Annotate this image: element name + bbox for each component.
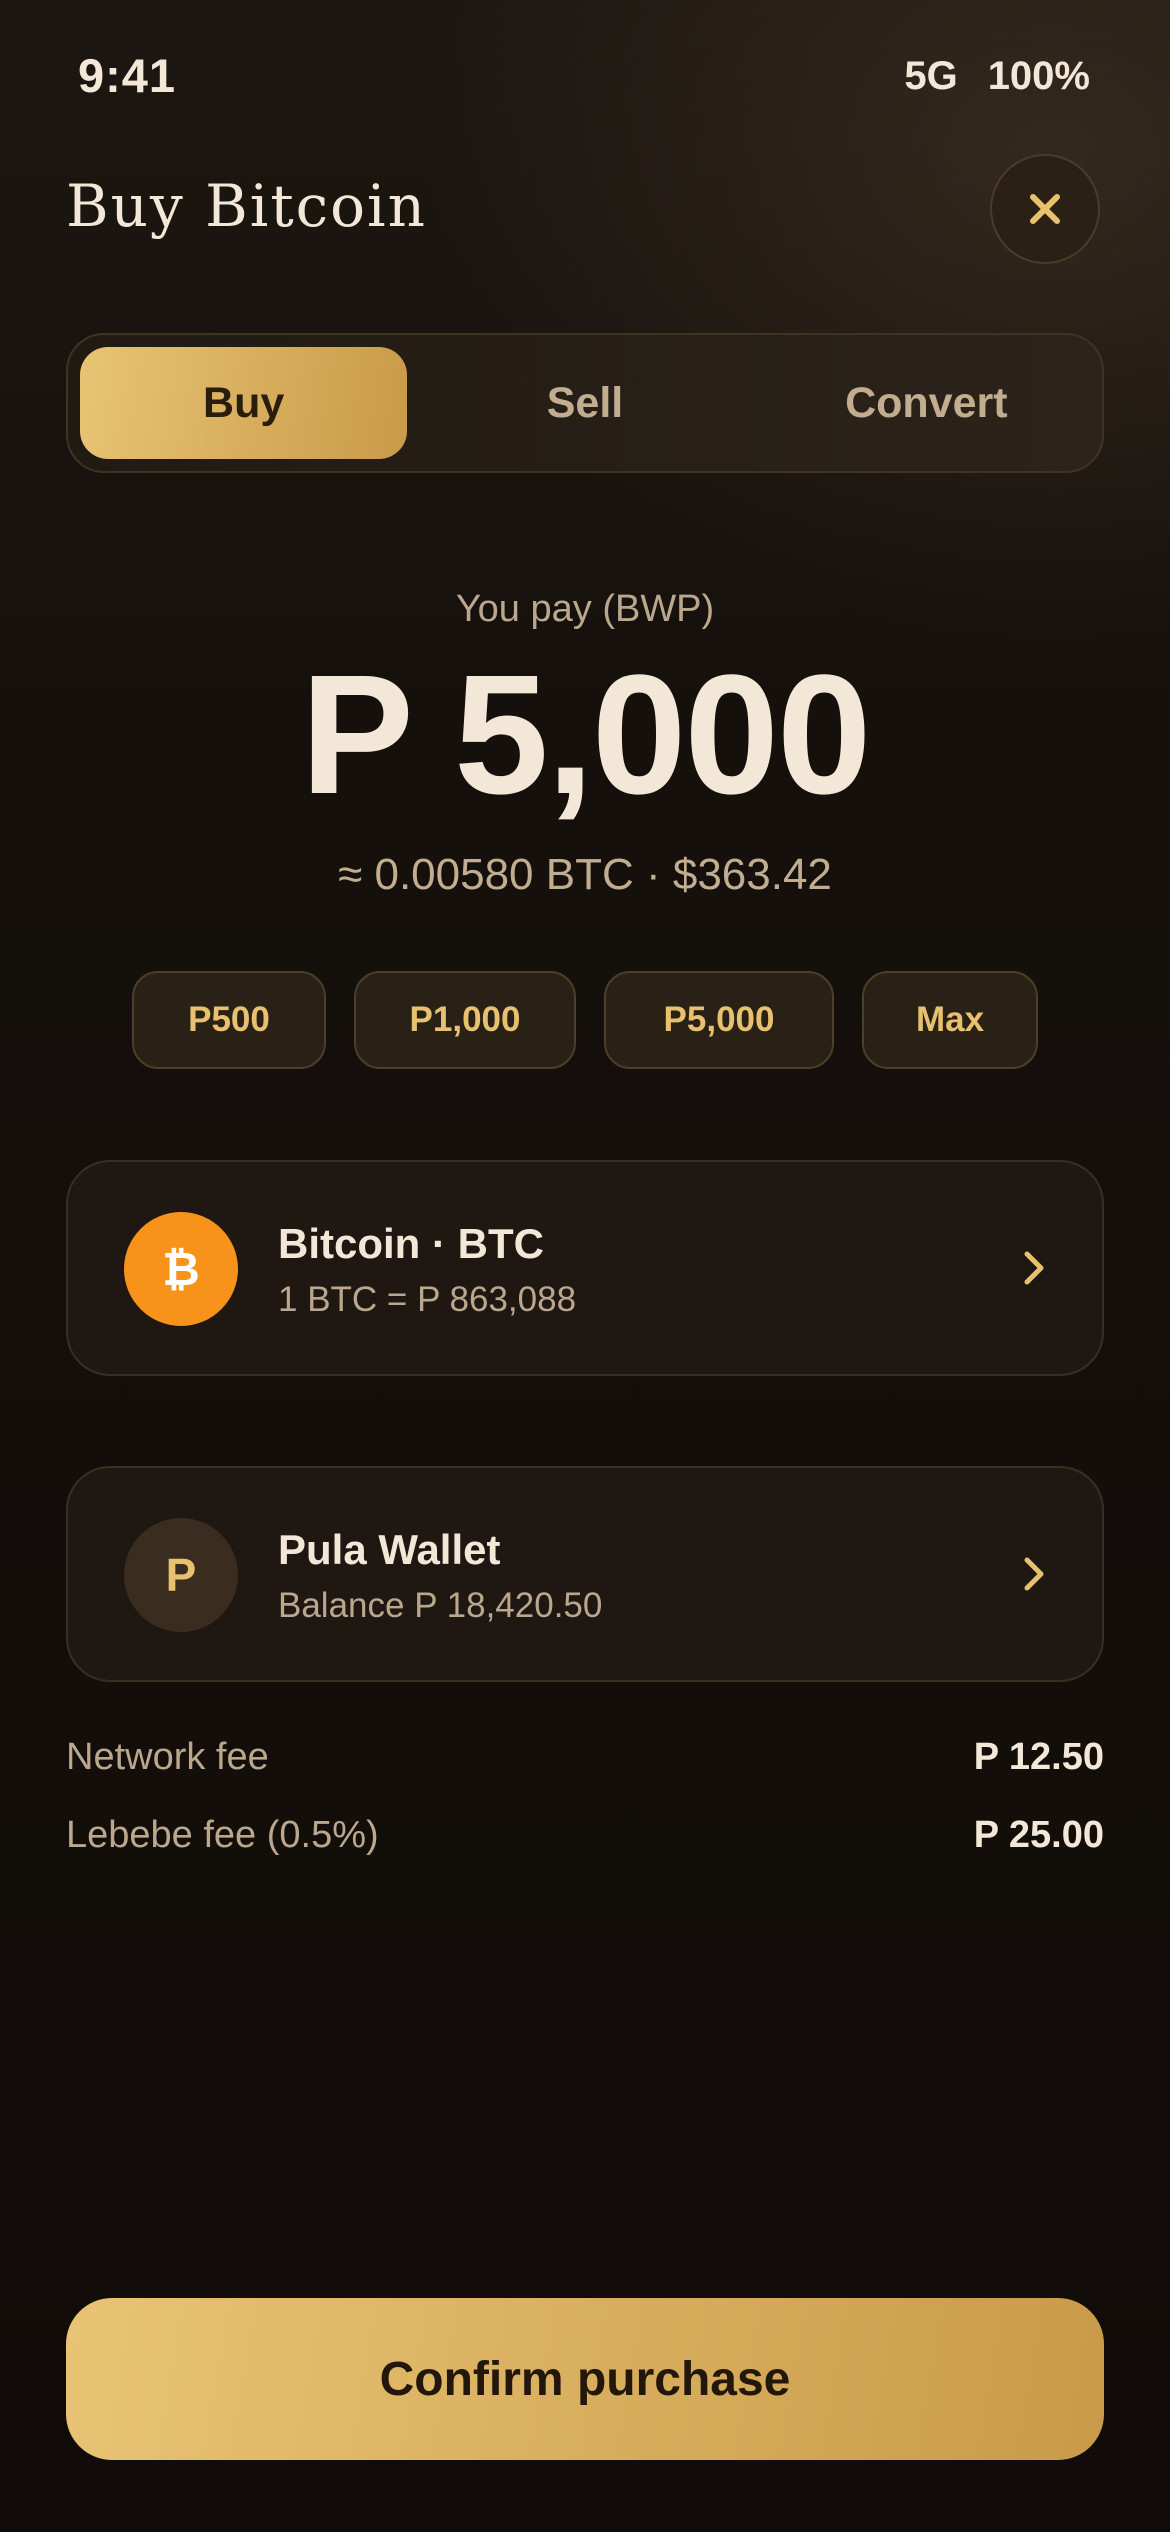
asset-selector-card[interactable]: ₿ Bitcoin · BTC 1 BTC = P 863,088 <box>66 1160 1104 1376</box>
close-button[interactable] <box>990 154 1100 264</box>
trade-mode-tabs: Buy Sell Convert <box>66 333 1104 473</box>
buy-bitcoin-screen: 9:41 5G 100% Buy Bitcoin Buy Sell Conver… <box>0 0 1170 2532</box>
wallet-title: Pula Wallet <box>278 1526 501 1573</box>
battery-indicator: 100% <box>987 54 1090 98</box>
asset-title: Bitcoin · BTC <box>278 1220 544 1267</box>
close-icon <box>1030 194 1060 224</box>
status-indicators: 5G 100% <box>904 54 1090 99</box>
fee-label: Network fee <box>66 1736 269 1778</box>
pay-amount[interactable]: P 5,000 <box>0 640 1170 830</box>
bitcoin-icon: ₿ <box>124 1212 238 1326</box>
fee-value: P 25.00 <box>973 1814 1104 1856</box>
asset-rate: 1 BTC = P 863,088 <box>278 1280 577 1319</box>
quick-amount-500[interactable]: P500 <box>132 971 326 1069</box>
pula-wallet-icon: P <box>124 1518 238 1632</box>
network-indicator: 5G <box>904 54 958 98</box>
fee-value: P 12.50 <box>973 1736 1104 1778</box>
fee-label: Lebebe fee (0.5%) <box>66 1814 379 1856</box>
page-title: Buy Bitcoin <box>66 172 427 240</box>
quick-amount-5000[interactable]: P5,000 <box>604 971 834 1069</box>
status-time: 9:41 <box>78 49 177 102</box>
chevron-right-icon <box>1024 1557 1044 1591</box>
wallet-balance: Balance P 18,420.50 <box>278 1586 603 1625</box>
pay-equivalent: ≈ 0.00580 BTC · $363.42 <box>338 850 832 899</box>
fee-row-service: Lebebe fee (0.5%) P 25.00 <box>66 1814 1104 1857</box>
chevron-right-icon <box>1024 1251 1044 1285</box>
confirm-purchase-button[interactable]: Confirm purchase <box>66 2298 1104 2460</box>
fee-row-network: Network fee P 12.50 <box>66 1736 1104 1779</box>
status-bar: 9:41 5G 100% <box>0 0 1170 150</box>
tab-buy[interactable]: Buy <box>80 347 408 459</box>
tab-sell[interactable]: Sell <box>421 347 748 459</box>
quick-amount-1000[interactable]: P1,000 <box>354 971 576 1069</box>
quick-amount-max[interactable]: Max <box>862 971 1038 1069</box>
tab-convert[interactable]: Convert <box>763 347 1090 459</box>
pay-label: You pay (BWP) <box>455 588 715 630</box>
quick-amount-chips: P500 P1,000 P5,000 Max <box>132 971 1038 1069</box>
wallet-selector-card[interactable]: P Pula Wallet Balance P 18,420.50 <box>66 1466 1104 1682</box>
